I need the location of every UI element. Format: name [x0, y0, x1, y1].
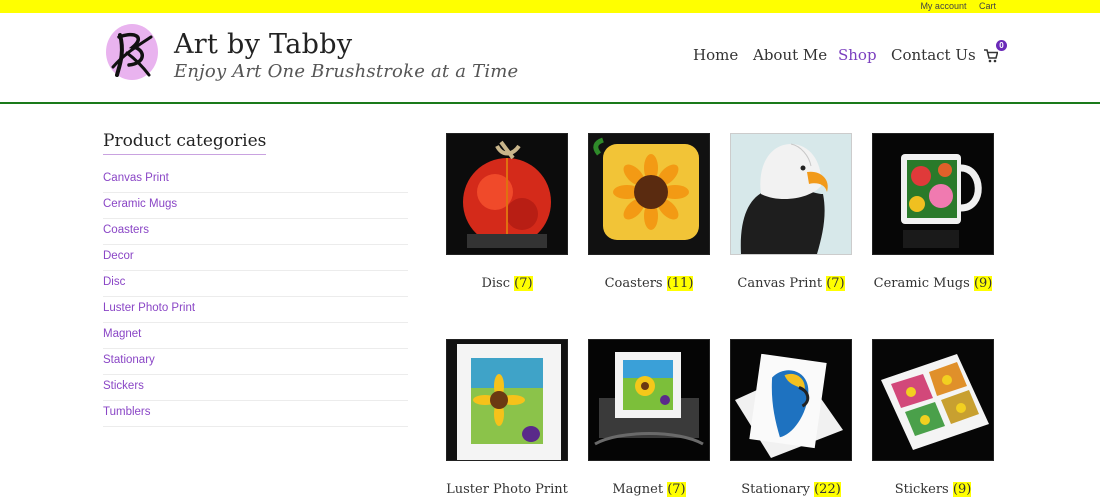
category-item-luster-photo-print[interactable]: Luster Photo Print: [103, 297, 408, 323]
product-image-disc[interactable]: [446, 133, 568, 255]
product-count: (7): [667, 482, 686, 497]
product-caption-disc[interactable]: Disc (7): [426, 276, 588, 291]
product-card-stickers[interactable]: Stickers (9): [872, 339, 994, 497]
stickers-image: [873, 340, 993, 460]
category-list: Canvas Print Ceramic Mugs Coasters Decor…: [103, 167, 408, 427]
product-card-luster-photo-print[interactable]: Luster Photo Print: [446, 339, 568, 497]
site-header: Art by Tabby Enjoy Art One Brushstroke a…: [0, 13, 1100, 104]
logo-icon[interactable]: [105, 23, 159, 81]
product-caption-magnet[interactable]: Magnet (7): [568, 482, 730, 497]
product-card-ceramic-mugs[interactable]: Ceramic Mugs (9): [872, 133, 994, 291]
site-tagline: Enjoy Art One Brushstroke at a Time: [174, 61, 519, 82]
product-caption-canvas-print[interactable]: Canvas Print (7): [710, 276, 872, 291]
category-item-ceramic-mugs[interactable]: Ceramic Mugs: [103, 193, 408, 219]
canvas-print-image: [731, 134, 851, 254]
product-name: Disc: [481, 276, 510, 291]
product-caption-ceramic-mugs[interactable]: Ceramic Mugs (9): [852, 276, 1014, 291]
ceramic-mugs-image: [873, 134, 993, 254]
coasters-image: [589, 134, 709, 254]
product-image-stickers[interactable]: [872, 339, 994, 461]
magnet-image: [589, 340, 709, 460]
category-item-tumblers[interactable]: Tumblers: [103, 401, 408, 427]
sidebar: Product categories Canvas Print Ceramic …: [103, 131, 408, 427]
product-image-magnet[interactable]: [588, 339, 710, 461]
category-item-coasters[interactable]: Coasters: [103, 219, 408, 245]
product-card-coasters[interactable]: Coasters (11): [588, 133, 710, 291]
product-count: (7): [826, 276, 845, 291]
top-bar: My account Cart: [0, 0, 1100, 13]
disc-image: [447, 134, 567, 254]
product-image-ceramic-mugs[interactable]: [872, 133, 994, 255]
product-image-canvas-print[interactable]: [730, 133, 852, 255]
product-name: Ceramic Mugs: [873, 276, 970, 291]
product-caption-stickers[interactable]: Stickers (9): [852, 482, 1014, 497]
product-count: (9): [973, 276, 993, 291]
my-account-link[interactable]: My account: [920, 1, 966, 11]
nav-contact-us[interactable]: Contact Us: [891, 46, 976, 64]
category-item-magnet[interactable]: Magnet: [103, 323, 408, 349]
nav-home[interactable]: Home: [693, 46, 738, 64]
product-name: Magnet: [612, 482, 664, 497]
luster-photo-print-image: [447, 340, 567, 460]
product-name: Coasters: [604, 276, 663, 291]
cart-icon[interactable]: [984, 49, 998, 63]
product-name: Luster Photo Print: [446, 482, 568, 497]
category-item-disc[interactable]: Disc: [103, 271, 408, 297]
nav-shop[interactable]: Shop: [838, 46, 877, 64]
product-card-magnet[interactable]: Magnet (7): [588, 339, 710, 497]
product-caption-stationary[interactable]: Stationary (22): [710, 482, 872, 497]
product-card-disc[interactable]: Disc (7): [446, 133, 568, 291]
stationary-image: [731, 340, 851, 460]
product-card-stationary[interactable]: Stationary (22): [730, 339, 852, 497]
cart-count-badge: 0: [996, 40, 1007, 51]
product-name: Stickers: [894, 482, 949, 497]
site-title[interactable]: Art by Tabby: [174, 29, 352, 60]
product-image-luster-photo-print[interactable]: [446, 339, 568, 461]
category-item-canvas-print[interactable]: Canvas Print: [103, 167, 408, 193]
product-image-coasters[interactable]: [588, 133, 710, 255]
cart-link[interactable]: Cart: [979, 1, 996, 11]
category-item-decor[interactable]: Decor: [103, 245, 408, 271]
category-item-stickers[interactable]: Stickers: [103, 375, 408, 401]
category-item-stationary[interactable]: Stationary: [103, 349, 408, 375]
product-count: (7): [514, 276, 533, 291]
sidebar-title: Product categories: [103, 131, 267, 155]
product-name: Stationary: [741, 482, 810, 497]
product-name: Canvas Print: [737, 276, 823, 291]
product-card-canvas-print[interactable]: Canvas Print (7): [730, 133, 852, 291]
product-count: (22): [814, 482, 841, 497]
top-links: My account Cart: [910, 1, 996, 11]
nav-about-me[interactable]: About Me: [753, 46, 827, 64]
product-caption-coasters[interactable]: Coasters (11): [568, 276, 730, 291]
product-image-stationary[interactable]: [730, 339, 852, 461]
product-count: (11): [666, 276, 694, 291]
product-caption-luster-photo-print[interactable]: Luster Photo Print: [426, 482, 588, 497]
product-count: (9): [952, 482, 972, 497]
